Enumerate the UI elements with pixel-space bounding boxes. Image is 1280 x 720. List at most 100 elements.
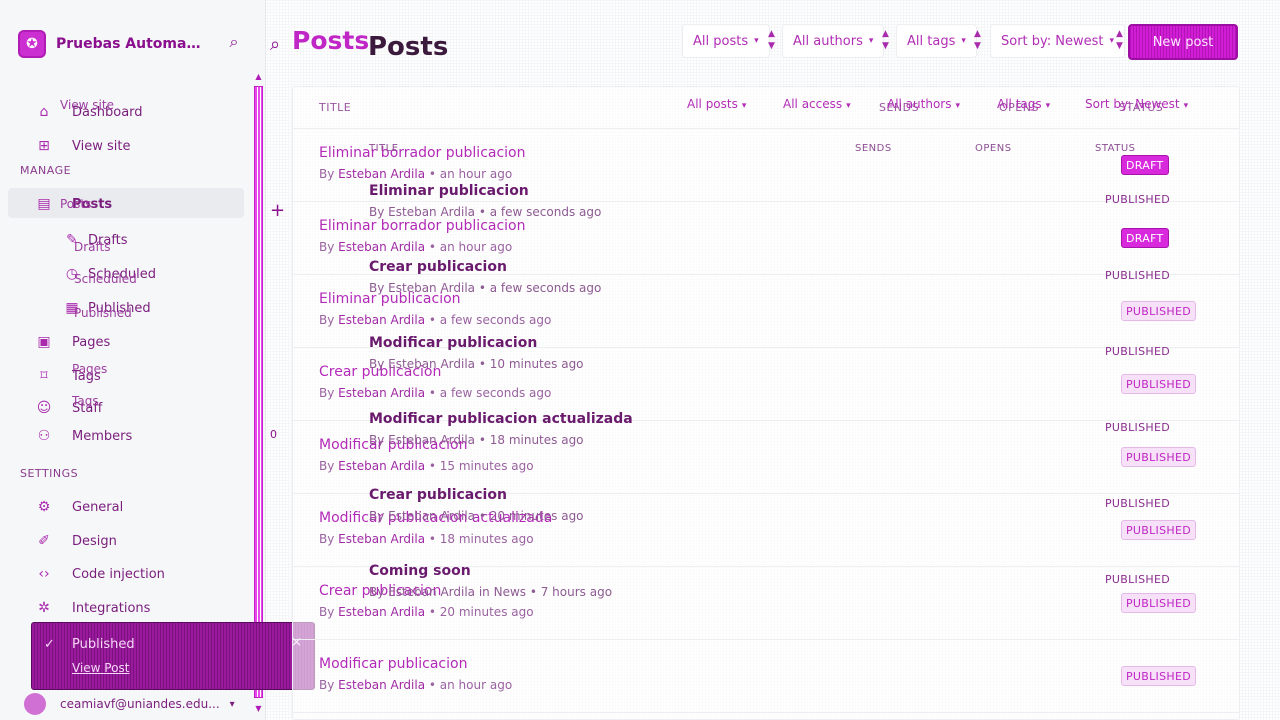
- settings-section-label: SETTINGS: [20, 467, 79, 480]
- stepper-icon[interactable]: ▲ ▼: [1116, 28, 1126, 52]
- authors-filter-label: All authors: [793, 33, 863, 49]
- sub-filter-sort[interactable]: Sort by: Newest ▾: [1085, 97, 1188, 111]
- sub-filter-authors[interactable]: All authors ▾: [887, 97, 960, 111]
- sidebar-scrollbar[interactable]: ▲ ▼: [253, 70, 264, 718]
- ghost-post-meta: By Esteban Ardila in News • 7 hours ago: [369, 585, 613, 599]
- list-header: TITLE SENDS OPENS STATUS All posts ▾ All …: [293, 87, 1239, 129]
- ghost-col-sends: SENDS: [855, 143, 892, 154]
- scrollbar-thumb[interactable]: [254, 86, 263, 698]
- post-by: By: [319, 167, 335, 181]
- sidebar-item-view-site[interactable]: ⊞ View site: [34, 134, 130, 158]
- new-post-button[interactable]: New post: [1128, 24, 1238, 60]
- ghost-post-title: Crear publicacion: [369, 487, 507, 503]
- sidebar-item-design[interactable]: ✐ Design: [34, 529, 117, 553]
- sidebar-item-integrations[interactable]: ✲ Integrations: [34, 596, 150, 620]
- scroll-down-icon[interactable]: ▼: [253, 704, 264, 713]
- stepper-icon[interactable]: ▲ ▼: [768, 28, 778, 52]
- post-meta: By Esteban Ardila • a few seconds ago: [319, 386, 552, 400]
- stepper-icon[interactable]: ▲ ▼: [882, 28, 892, 52]
- sub-filter-tags[interactable]: All tags ▾: [997, 97, 1050, 111]
- ghost-status: PUBLISHED: [1105, 193, 1170, 206]
- sub-filter-access[interactable]: All access ▾: [783, 97, 851, 111]
- sidebar-item-label: Integrations: [72, 600, 151, 616]
- sidebar-item-pages[interactable]: ▣ Pages: [34, 330, 110, 354]
- ghost-post-meta: By Esteban Ardila • 10 minutes ago: [369, 357, 584, 371]
- view-post-link[interactable]: View Post: [72, 661, 129, 675]
- search-icon[interactable]: ⌕: [224, 32, 244, 52]
- sidebar-item-label: Design: [72, 533, 117, 549]
- sidebar: ✪ Pruebas Automatizadas ⌕ ⌂ Dashboard ⊞ …: [0, 0, 266, 720]
- tags-filter-label: All tags: [907, 33, 956, 49]
- search-icon[interactable]: ⌕: [270, 34, 280, 55]
- post-author[interactable]: Esteban Ardila: [338, 240, 425, 254]
- post-meta: By Esteban Ardila • an hour ago: [319, 167, 513, 181]
- toast-title: Published: [72, 637, 135, 652]
- sidebar-item-label: Members: [72, 428, 133, 444]
- table-row[interactable]: Modificar publicacion By Esteban Ardila •…: [293, 421, 1239, 494]
- ghost-post-meta: By Esteban Ardila • 18 minutes ago: [369, 433, 584, 447]
- sort-filter[interactable]: Sort by: Newest ▾: [990, 24, 1126, 58]
- post-title[interactable]: Modificar publicacion: [319, 656, 467, 672]
- post-time: 18 minutes ago: [439, 532, 534, 546]
- ghost-status: PUBLISHED: [1105, 497, 1170, 510]
- post-author[interactable]: Esteban Ardila: [338, 167, 425, 181]
- chevron-down-icon: ▾: [1045, 101, 1051, 111]
- scroll-up-icon[interactable]: ▲: [253, 72, 264, 81]
- posts-filter-label: All posts: [693, 33, 749, 49]
- table-row[interactable]: Modificar publicacion By Esteban Ardila •…: [293, 640, 1239, 713]
- plus-icon[interactable]: +: [270, 200, 285, 221]
- post-author[interactable]: Esteban Ardila: [338, 386, 425, 400]
- gear-icon: ⚙: [37, 499, 51, 515]
- ghost-tags: Tags: [72, 394, 99, 408]
- ghost-status: PUBLISHED: [1105, 269, 1170, 282]
- status-badge: DRAFT: [1121, 228, 1169, 248]
- ghost-post-meta: By Esteban Ardila • a few seconds ago: [369, 281, 602, 295]
- stepper-icon[interactable]: ▲ ▼: [974, 28, 984, 52]
- sidebar-item-code-injection[interactable]: ‹› Code injection: [34, 562, 165, 586]
- post-title[interactable]: Eliminar borrador publicacion: [319, 145, 526, 161]
- post-meta: By Esteban Ardila • 15 minutes ago: [319, 459, 534, 473]
- ghost-col-opens: OPENS: [975, 143, 1012, 154]
- post-author[interactable]: Esteban Ardila: [338, 313, 425, 327]
- post-author[interactable]: Esteban Ardila: [338, 532, 425, 546]
- user-menu[interactable]: ceamiavf@uniandes.edu... ▾: [24, 692, 254, 716]
- post-author[interactable]: Esteban Ardila: [338, 678, 425, 692]
- sidebar-item-general[interactable]: ⚙ General: [34, 495, 124, 519]
- brand-title: Pruebas Automatizadas: [56, 36, 206, 52]
- table-row[interactable]: Modificar publicacion actualizada By Este…: [293, 494, 1239, 567]
- sub-filter-posts[interactable]: All posts ▾: [687, 97, 746, 111]
- post-title[interactable]: Eliminar borrador publicacion: [319, 218, 526, 234]
- post-meta: By Esteban Ardila • an hour ago: [319, 678, 513, 692]
- post-by: By: [319, 240, 335, 254]
- avatar: [24, 693, 46, 715]
- ghost-view-site: View site: [60, 98, 114, 112]
- authors-filter[interactable]: All authors ▾: [782, 24, 885, 58]
- ghost-status: PUBLISHED: [1105, 573, 1170, 586]
- posts-filter[interactable]: All posts ▾: [682, 24, 770, 58]
- post-meta: By Esteban Ardila • a few seconds ago: [319, 313, 552, 327]
- status-badge: PUBLISHED: [1121, 374, 1196, 394]
- brand-logo: ✪: [18, 30, 46, 58]
- ghost-col-title: TITLE: [369, 143, 399, 154]
- tags-filter[interactable]: All tags ▾: [896, 24, 977, 58]
- ghost-status: PUBLISHED: [1105, 345, 1170, 358]
- chevron-down-icon: ▾: [229, 698, 235, 710]
- sub-filter-label: All posts: [687, 97, 738, 111]
- brand[interactable]: ✪ Pruebas Automatizadas ⌕: [18, 24, 250, 64]
- ghost-drafts: Drafts: [74, 240, 111, 254]
- post-author[interactable]: Esteban Ardila: [338, 605, 425, 619]
- check-icon: ✓: [44, 637, 55, 652]
- sidebar-item-members[interactable]: ⚇ Members: [34, 424, 133, 448]
- post-meta: By Esteban Ardila • an hour ago: [319, 240, 513, 254]
- status-badge: PUBLISHED: [1121, 447, 1196, 467]
- ghost-scheduled: Scheduled: [74, 272, 137, 286]
- post-author[interactable]: Esteban Ardila: [338, 459, 425, 473]
- sub-filter-label: All tags: [997, 97, 1042, 111]
- post-time: an hour ago: [439, 240, 513, 254]
- ghost-post-meta: By Esteban Ardila • a few seconds ago: [369, 205, 602, 219]
- status-badge: DRAFT: [1121, 155, 1169, 175]
- chevron-down-icon: ▾: [868, 36, 874, 46]
- user-email: ceamiavf@uniandes.edu...: [60, 697, 220, 711]
- status-badge: PUBLISHED: [1121, 666, 1196, 686]
- chevron-down-icon: ▾: [754, 36, 759, 46]
